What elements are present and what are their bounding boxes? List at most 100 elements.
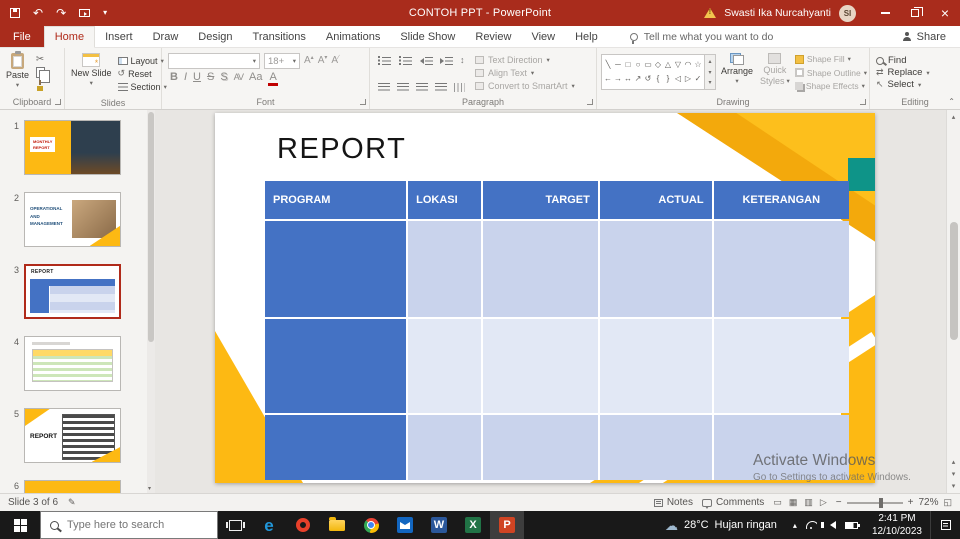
drawing-dialog-launcher[interactable]: [860, 99, 866, 105]
character-spacing-button[interactable]: AV: [232, 73, 245, 82]
numbering-icon[interactable]: [399, 55, 413, 65]
shape-brace-left-icon[interactable]: {: [657, 74, 660, 83]
comments-toggle[interactable]: Comments: [701, 497, 764, 509]
edge-taskbar-button[interactable]: e: [252, 511, 286, 539]
next-slide-icon[interactable]: ▾: [952, 470, 956, 478]
table-header-cell[interactable]: KETERANGAN: [713, 181, 849, 219]
shape-arc-icon[interactable]: ◠: [685, 60, 692, 69]
powerpoint-taskbar-button[interactable]: P: [490, 511, 524, 539]
slide-5-thumbnail[interactable]: REPORT: [24, 408, 121, 463]
table-header-cell[interactable]: PROGRAM: [265, 181, 407, 219]
shape-fill-button[interactable]: Shape Fill ▾: [794, 54, 867, 64]
strikethrough-button[interactable]: S: [205, 72, 216, 83]
clipboard-dialog-launcher[interactable]: [55, 99, 61, 105]
tell-me-box[interactable]: Tell me what you want to do: [629, 26, 773, 47]
thumbnail-scroll-down-icon[interactable]: ▾: [148, 485, 151, 492]
shape-outline-button[interactable]: Shape Outline ▾: [794, 68, 867, 78]
avatar[interactable]: SI: [839, 4, 856, 22]
font-size-select[interactable]: 18+ ▾: [264, 53, 300, 69]
table-cell[interactable]: [599, 319, 712, 413]
slide-1-thumbnail[interactable]: MONTHLY REPORT: [24, 120, 121, 175]
table-cell[interactable]: [408, 221, 481, 317]
chrome-taskbar-button[interactable]: [354, 511, 388, 539]
shapes-scroll-down-icon[interactable]: ▾: [708, 69, 711, 76]
table-cell[interactable]: [713, 319, 849, 413]
start-presentation-icon[interactable]: [79, 9, 91, 17]
shape-line-icon[interactable]: ╲: [606, 60, 611, 69]
reset-button[interactable]: ↺ Reset: [118, 67, 152, 80]
paragraph-dialog-launcher[interactable]: [587, 99, 593, 105]
justify-icon[interactable]: [435, 83, 447, 92]
shape-circular-arrow-icon[interactable]: ↺: [645, 74, 652, 83]
mail-taskbar-button[interactable]: [388, 511, 422, 539]
shape-brace-right-icon[interactable]: }: [667, 74, 670, 83]
slide-indicator[interactable]: Slide 3 of 6: [8, 497, 58, 508]
increase-font-size-button[interactable]: A ▴: [304, 55, 314, 66]
change-case-button[interactable]: Aa: [247, 72, 264, 83]
font-color-button[interactable]: A: [266, 72, 279, 86]
shape-arrow-right-icon[interactable]: →: [614, 74, 622, 83]
zoom-level[interactable]: 72%: [918, 497, 938, 508]
shape-diamond-icon[interactable]: ◇: [655, 60, 661, 69]
italic-button[interactable]: I: [182, 72, 189, 83]
shape-rounded-rect-icon[interactable]: ▭: [644, 60, 652, 69]
shape-check-icon[interactable]: ✓: [695, 74, 702, 83]
customize-qat-icon[interactable]: ▾: [103, 9, 107, 17]
slide-table[interactable]: PROGRAM LOKASI TARGET ACTUAL KETERANGAN: [265, 181, 849, 480]
decrease-font-size-button[interactable]: A ▾: [318, 55, 328, 66]
table-cell[interactable]: [599, 415, 712, 480]
shape-rectangle-icon[interactable]: □: [626, 60, 631, 69]
table-cell[interactable]: [482, 415, 598, 480]
excel-taskbar-button[interactable]: X: [456, 511, 490, 539]
thumbnail-scrollbar[interactable]: ▾: [147, 110, 155, 493]
zoom-in-button[interactable]: +: [908, 497, 914, 508]
table-cell[interactable]: [482, 319, 598, 413]
file-explorer-button[interactable]: [320, 511, 354, 539]
undo-icon[interactable]: ↶: [33, 7, 43, 19]
find-button[interactable]: Find: [876, 55, 930, 66]
line-spacing-icon[interactable]: ↕: [460, 55, 465, 65]
layout-button[interactable]: Layout ▾: [117, 54, 164, 67]
shapes-gallery-scrollbar[interactable]: ▴ ▾ ▾: [705, 54, 716, 90]
table-cell[interactable]: [265, 221, 407, 317]
weather-widget[interactable]: ☁ 28°C Hujan ringan: [655, 511, 787, 539]
zoom-out-button[interactable]: −: [836, 497, 842, 508]
table-header-cell[interactable]: TARGET: [482, 181, 598, 219]
shape-effects-button[interactable]: Shape Effects ▾: [794, 81, 867, 91]
shape-triangle-right-icon[interactable]: ▷: [685, 74, 691, 83]
format-painter-icon[interactable]: [35, 80, 45, 91]
quick-styles-button[interactable]: Quick Styles ▾: [758, 52, 792, 94]
close-button[interactable]: ×: [930, 0, 960, 26]
align-center-icon[interactable]: [397, 83, 409, 92]
copy-icon[interactable]: [35, 67, 50, 83]
zoom-slider-thumb[interactable]: [879, 497, 884, 508]
decrease-indent-icon[interactable]: [420, 55, 433, 65]
table-cell[interactable]: [265, 415, 407, 480]
table-cell[interactable]: [265, 319, 407, 413]
slide-sorter-view-icon[interactable]: ▦: [789, 497, 798, 508]
scroll-up-icon[interactable]: ▴: [947, 113, 960, 121]
tab-slide-show[interactable]: Slide Show: [390, 26, 465, 47]
slide-show-icon[interactable]: ▷: [820, 497, 827, 508]
fit-slide-icon[interactable]: ◱: [943, 497, 952, 508]
canvas-scrollbar[interactable]: ▴ ▴ ▾ ▾: [946, 110, 960, 493]
align-left-icon[interactable]: [378, 83, 390, 92]
user-name[interactable]: Swasti Ika Nurcahyanti: [724, 7, 831, 19]
slide-6-thumbnail[interactable]: [24, 480, 121, 493]
volume-icon[interactable]: [820, 521, 836, 529]
zoom-slider[interactable]: [846, 497, 903, 508]
tab-transitions[interactable]: Transitions: [243, 26, 316, 47]
hidden-icons-chevron[interactable]: ▴: [793, 521, 797, 530]
save-icon[interactable]: [10, 8, 20, 18]
taskbar-clock[interactable]: 2:41 PM 12/10/2023: [864, 511, 930, 539]
align-right-icon[interactable]: [416, 83, 428, 92]
shapes-gallery[interactable]: ╲ ─ □ ○ ▭ ◇ △ ▽ ◠ ☆ ← → ↔ ↗ ↺ {} ◁ ▷ ✓: [601, 54, 705, 90]
opera-taskbar-button[interactable]: [286, 511, 320, 539]
start-button[interactable]: [0, 511, 40, 539]
shape-oval-icon[interactable]: ○: [636, 60, 641, 69]
restore-button[interactable]: [900, 0, 930, 26]
columns-icon[interactable]: [454, 83, 465, 92]
underline-button[interactable]: U: [191, 72, 203, 83]
select-button[interactable]: ↖ Select ▾: [876, 79, 930, 90]
replace-button[interactable]: ⇄ Replace ▾: [876, 67, 930, 78]
